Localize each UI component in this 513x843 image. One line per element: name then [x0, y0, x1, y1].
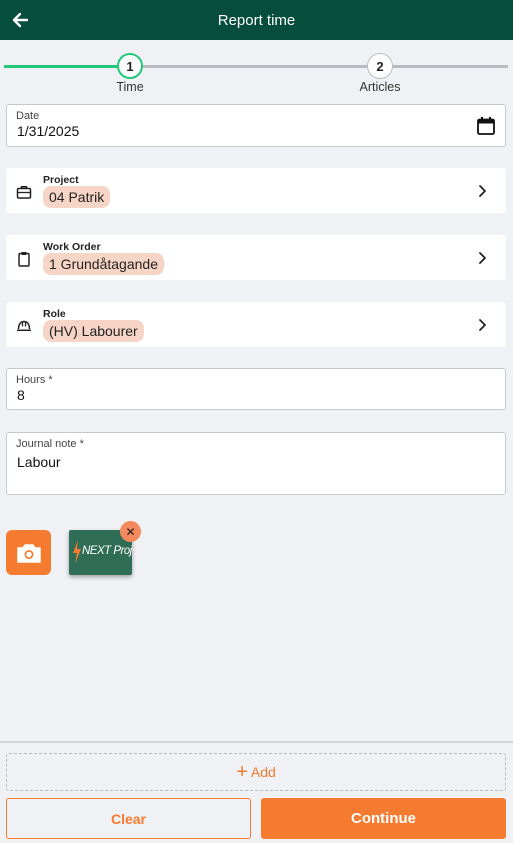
page-title: Report time	[217, 11, 296, 29]
arrow-left-icon	[12, 12, 29, 28]
project-selector[interactable]: Project 04 Patrik	[6, 168, 506, 213]
add-button-label: Add	[250, 764, 276, 780]
plus-icon: +	[236, 761, 248, 783]
chevron-right-icon	[479, 319, 486, 331]
step-2-label: Articles	[359, 80, 401, 94]
camera-button[interactable]	[6, 530, 51, 575]
lightning-logo-icon	[73, 540, 81, 564]
date-field[interactable]: Date 1/31/2025	[6, 104, 506, 147]
add-button[interactable]: + Add	[6, 753, 506, 791]
journal-note-input[interactable]: Labour	[17, 454, 61, 470]
chevron-right-icon	[479, 252, 486, 264]
remove-attachment-button[interactable]: ✕	[120, 521, 141, 542]
calendar-icon[interactable]	[476, 116, 496, 136]
step-2-indicator[interactable]: 2	[367, 53, 393, 79]
camera-icon	[16, 543, 41, 563]
clipboard-icon	[18, 252, 30, 267]
close-icon: ✕	[125, 524, 136, 539]
stepper-progress-complete	[4, 65, 130, 68]
work-order-label: Work Order	[43, 241, 101, 253]
journal-note-field[interactable]: Journal note * Labour	[6, 432, 506, 495]
step-1-indicator[interactable]: 1	[117, 53, 143, 79]
hours-input[interactable]: 8	[17, 387, 25, 403]
bottom-action-bar: + Add Clear Continue	[0, 741, 513, 843]
work-order-selector[interactable]: Work Order 1 Grundåtagande	[6, 235, 506, 280]
back-button[interactable]	[8, 6, 32, 34]
project-value-chip: 04 Patrik	[43, 186, 111, 208]
date-value[interactable]: 1/31/2025	[17, 123, 79, 139]
journal-note-label: Journal note *	[16, 438, 84, 450]
briefcase-icon	[16, 186, 32, 199]
continue-button[interactable]: Continue	[261, 798, 506, 839]
hard-hat-icon	[17, 320, 31, 331]
date-label: Date	[16, 110, 40, 122]
project-label: Project	[43, 174, 79, 186]
hours-field[interactable]: Hours * 8	[6, 368, 506, 410]
progress-stepper: 1 2 Time Articles	[0, 40, 513, 98]
app-header: Report time	[0, 0, 513, 40]
role-label: Role	[43, 308, 66, 320]
clear-button[interactable]: Clear	[6, 798, 251, 839]
work-order-value-chip: 1 Grundåtagande	[43, 253, 164, 275]
attachment-logo-text: NEXT Project	[82, 545, 132, 557]
stepper-progress-remaining	[130, 65, 508, 68]
hours-label: Hours *	[16, 374, 53, 386]
role-value-chip: (HV) Labourer	[43, 320, 144, 342]
role-selector[interactable]: Role (HV) Labourer	[6, 302, 506, 347]
step-1-label: Time	[116, 80, 144, 94]
chevron-right-icon	[479, 185, 486, 197]
